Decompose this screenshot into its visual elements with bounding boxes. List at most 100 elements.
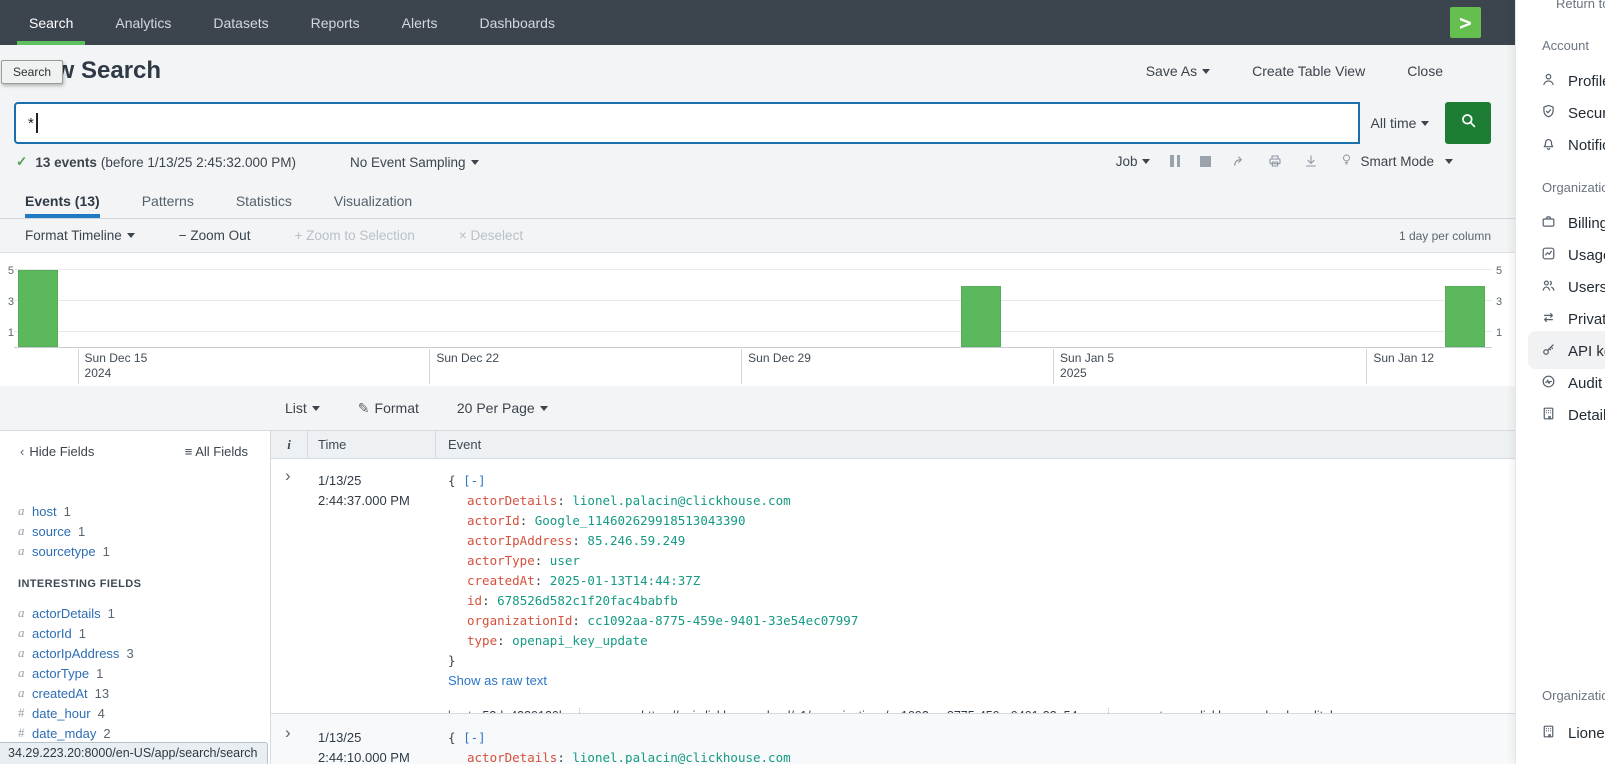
list-view-dropdown[interactable]: List (285, 400, 320, 416)
x-axis-label: Sun Jan 12 (1366, 349, 1434, 384)
zoom-to-selection-button[interactable]: + Zoom to Selection (294, 228, 414, 243)
users-icon (1540, 277, 1557, 298)
y-axis-label: 5 (2, 265, 14, 277)
json-value[interactable]: user (550, 553, 580, 568)
job-menu[interactable]: Job (1116, 154, 1151, 169)
json-key[interactable]: createdAt (467, 573, 535, 588)
json-key[interactable]: actorId (467, 513, 520, 528)
json-key[interactable]: actorDetails (467, 493, 557, 508)
tab-visualization[interactable]: Visualization (334, 183, 412, 218)
hide-fields-button[interactable]: ‹Hide Fields (20, 444, 94, 459)
create-table-view-button[interactable]: Create Table View (1252, 63, 1365, 79)
panel-item-details[interactable]: Details (1540, 404, 1605, 426)
field-item-actorDetails[interactable]: aactorDetails1 (18, 603, 258, 623)
panel-item-users[interactable]: Users (1540, 276, 1605, 298)
json-value[interactable]: 678526d582c1f20fac4babfb (497, 593, 678, 608)
field-item-host[interactable]: ahost1 (18, 501, 258, 521)
show-raw-text-link[interactable]: Show as raw text (448, 671, 1515, 691)
field-item-source[interactable]: asource1 (18, 521, 258, 541)
all-fields-button[interactable]: ≡ All Fields (185, 444, 248, 459)
fields-sidebar: ‹Hide Fields ≡ All Fields SELECTED FIELD… (0, 430, 271, 764)
tab-events[interactable]: Events (13) (25, 183, 100, 218)
json-value[interactable]: lionel.palacin@clickhouse.com (572, 750, 790, 764)
json-key[interactable]: actorIpAddress (467, 533, 572, 548)
splunk-logo-icon[interactable]: > (1450, 7, 1481, 38)
return-link[interactable]: Return to (1556, 0, 1605, 11)
field-item-date_hour[interactable]: #date_hour4 (18, 703, 258, 723)
pause-icon[interactable] (1170, 155, 1180, 167)
json-value[interactable]: Google_114602629918513043390 (535, 513, 746, 528)
per-page-dropdown[interactable]: 20 Per Page (457, 400, 548, 416)
field-item-createdAt[interactable]: acreatedAt13 (18, 683, 258, 703)
json-value[interactable]: openapi_key_update (512, 633, 647, 648)
bell-icon (1540, 135, 1557, 156)
caret-down-icon (540, 406, 548, 411)
json-key[interactable]: type (467, 633, 497, 648)
nav-item-alerts[interactable]: Alerts (390, 0, 450, 45)
event-sampling-dropdown[interactable]: No Event Sampling (350, 155, 479, 170)
tab-patterns[interactable]: Patterns (142, 183, 194, 218)
print-icon[interactable] (1267, 153, 1283, 169)
expand-arrow-icon[interactable]: › (285, 724, 291, 741)
field-item-sourcetype[interactable]: asourcetype1 (18, 541, 258, 561)
format-timeline-dropdown[interactable]: Format Timeline (25, 228, 135, 243)
timeline-bar[interactable] (18, 270, 58, 347)
json-key[interactable]: id (467, 593, 482, 608)
json-key[interactable]: actorDetails (467, 750, 557, 764)
field-item-actorIpAddress[interactable]: aactorIpAddress3 (18, 643, 258, 663)
share-icon[interactable] (1231, 153, 1247, 169)
browser-status-bar: 34.29.223.20:8000/en-US/app/search/searc… (0, 742, 268, 764)
building-icon (1540, 723, 1557, 744)
nav-item-reports[interactable]: Reports (299, 0, 372, 45)
timeline-plot-area[interactable] (14, 255, 1492, 348)
format-button[interactable]: ✎Format (358, 400, 419, 417)
time-range-picker[interactable]: All time (1362, 102, 1438, 144)
panel-item-usage[interactable]: Usage (1540, 244, 1605, 266)
nav-item-search[interactable]: Search (17, 0, 85, 45)
gridline (14, 331, 1492, 332)
expand-arrow-icon[interactable]: › (285, 467, 291, 484)
json-value[interactable]: 2025-01-13T14:44:37Z (550, 573, 701, 588)
deselect-button[interactable]: × Deselect (459, 228, 523, 243)
caret-down-icon (1421, 121, 1429, 126)
search-input[interactable]: * (14, 102, 1360, 144)
nav-item-datasets[interactable]: Datasets (201, 0, 280, 45)
panel-item-billing[interactable]: Billing (1540, 212, 1605, 234)
organization-section-title: Organization (1542, 180, 1605, 195)
save-as-button[interactable]: Save As (1146, 63, 1210, 79)
field-item-actorId[interactable]: aactorId1 (18, 623, 258, 643)
json-value[interactable]: 85.246.59.249 (587, 533, 685, 548)
panel-item-security[interactable]: Security (1540, 102, 1605, 124)
timeline-bar[interactable] (961, 286, 1001, 347)
search-button[interactable] (1445, 102, 1491, 144)
tab-statistics[interactable]: Statistics (236, 183, 292, 218)
panel-item-profile[interactable]: Profile (1540, 70, 1605, 92)
app-root: Search Analytics Datasets Reports Alerts… (0, 0, 1605, 764)
json-key[interactable]: actorType (467, 553, 535, 568)
panel-item-notifications[interactable]: Notifications (1540, 134, 1605, 156)
close-button[interactable]: Close (1407, 63, 1443, 79)
collapse-json-button[interactable]: [-] (463, 730, 486, 745)
panel-item-private[interactable]: Private (1540, 308, 1605, 330)
panel-item-audit[interactable]: Audit (1540, 372, 1602, 394)
x-icon: × (459, 228, 471, 243)
timeline-bar[interactable] (1445, 286, 1485, 347)
json-key[interactable]: organizationId (467, 613, 572, 628)
export-icon[interactable] (1303, 153, 1319, 169)
panel-item-api-keys[interactable]: API keys (1540, 340, 1605, 362)
caret-down-icon (1202, 69, 1210, 74)
json-value[interactable]: cc1092aa-8775-459e-9401-33e54ec07997 (587, 613, 858, 628)
stop-icon[interactable] (1200, 156, 1211, 167)
panel-item-organization-lionel[interactable]: Lionel (1540, 722, 1605, 744)
zoom-out-button[interactable]: − Zoom Out (179, 228, 251, 243)
y-axis-label: 1 (1496, 327, 1508, 339)
nav-item-analytics[interactable]: Analytics (103, 0, 183, 45)
caret-down-icon (127, 233, 135, 238)
field-item-date_mday[interactable]: #date_mday2 (18, 723, 258, 743)
field-item-actorType[interactable]: aactorType1 (18, 663, 258, 683)
collapse-json-button[interactable]: [-] (463, 473, 486, 488)
search-mode-dropdown[interactable]: Smart Mode (1339, 152, 1453, 170)
json-value[interactable]: lionel.palacin@clickhouse.com (572, 493, 790, 508)
nav-item-dashboards[interactable]: Dashboards (467, 0, 567, 45)
event-json: { [-] actorDetails: lionel.palacin@click… (448, 471, 1515, 671)
